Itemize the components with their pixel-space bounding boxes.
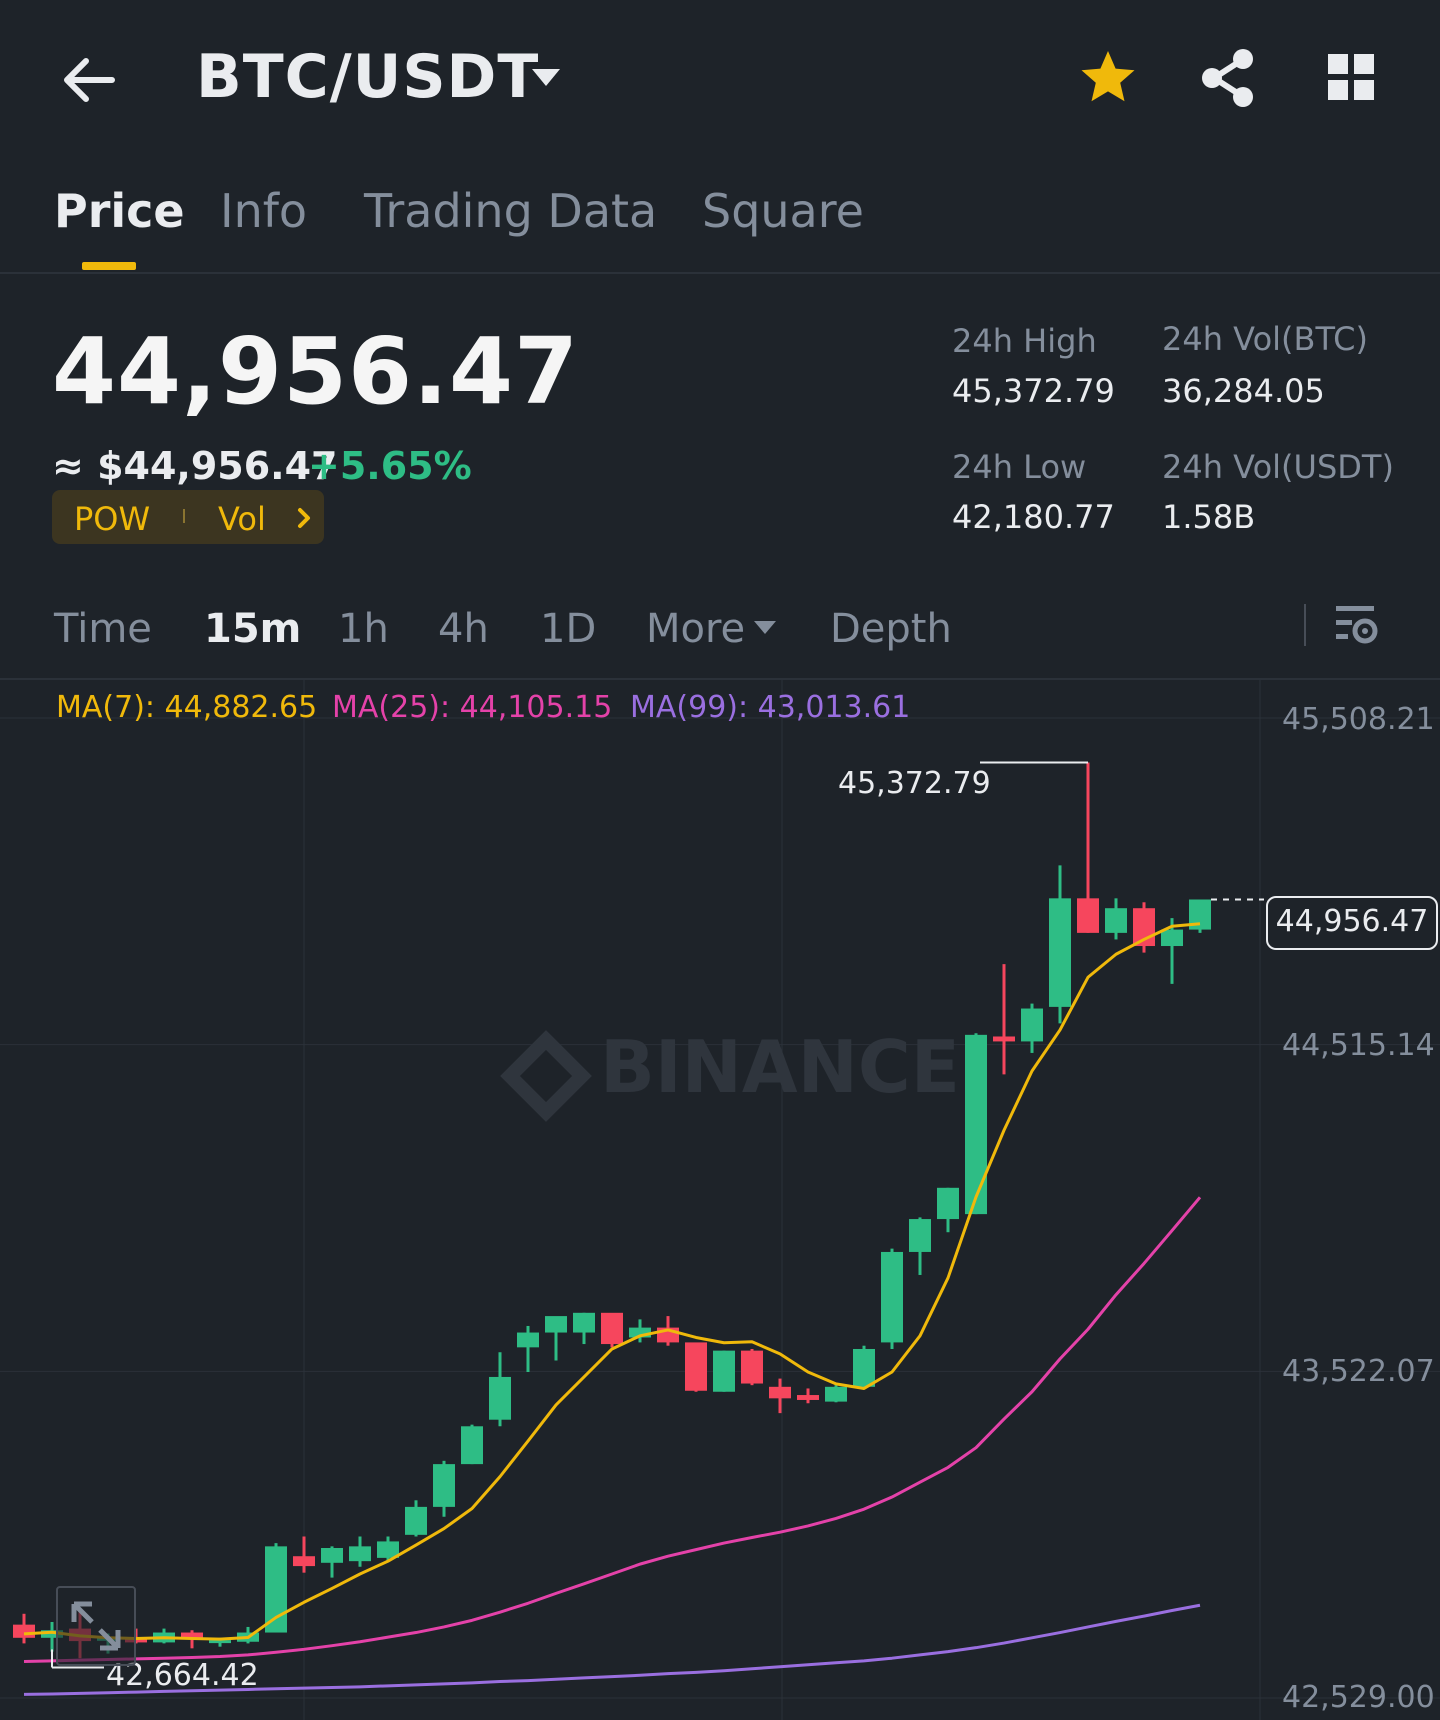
candle-body (265, 1546, 287, 1633)
price-axis-label: 42,529.00 (1282, 1680, 1435, 1715)
chevron-right-icon[interactable] (294, 506, 314, 530)
candle-body (1161, 929, 1183, 947)
tag-pow[interactable]: POW (74, 500, 150, 538)
candle-body (825, 1386, 847, 1402)
candle-body (965, 1034, 987, 1215)
candle-body (797, 1395, 819, 1400)
stat-24h-high-value: 45,372.79 (952, 372, 1115, 410)
stat-24h-low-value: 42,180.77 (952, 498, 1115, 536)
candle-body (993, 1036, 1015, 1042)
candle-body (461, 1426, 483, 1465)
ma7-legend: MA(7): 44,882.65 (56, 690, 318, 725)
timeframe-1d[interactable]: 1D (540, 606, 596, 652)
watermark-logo-icon (500, 1030, 592, 1122)
tab-trading-data[interactable]: Trading Data (364, 184, 657, 238)
candle-body (881, 1251, 903, 1343)
tag-vol[interactable]: Vol (218, 500, 266, 538)
stat-24h-high-label: 24h High (952, 322, 1097, 360)
stat-24h-vol-usdt-label: 24h Vol(USDT) (1162, 448, 1394, 486)
chart-settings-icon[interactable] (1334, 602, 1378, 648)
stat-24h-vol-usdt-value: 1.58B (1162, 498, 1256, 536)
favorite-star-icon[interactable] (1078, 48, 1138, 108)
candle-body (1049, 898, 1071, 1007)
candle-body (909, 1219, 931, 1252)
candle-body (713, 1350, 735, 1392)
timeframe-time[interactable]: Time (54, 606, 152, 652)
watermark-text: BINANCE (600, 1025, 960, 1109)
candle-body (545, 1316, 567, 1333)
timeframe-separator (1304, 604, 1306, 646)
timeframe-1h[interactable]: 1h (338, 606, 389, 652)
timeframe-4h[interactable]: 4h (438, 606, 489, 652)
ma99-legend: MA(99): 43,013.61 (630, 690, 911, 725)
back-arrow-icon[interactable] (58, 52, 118, 108)
candle-body (1021, 1008, 1043, 1042)
candle-body (405, 1506, 427, 1535)
candle-body (293, 1556, 315, 1567)
candle-body (13, 1624, 35, 1638)
tab-square[interactable]: Square (702, 184, 864, 238)
price-change-percent: +5.65% (308, 444, 472, 488)
tab-divider (0, 272, 1440, 274)
candle-body (741, 1350, 763, 1384)
last-price: 44,956.47 (52, 318, 579, 425)
candle-body (433, 1464, 455, 1507)
share-icon[interactable] (1200, 48, 1256, 108)
price-axis-label: 45,508.21 (1282, 702, 1435, 737)
last-price-marker-label: 44,956.47 (1275, 904, 1429, 939)
candle-body (1077, 898, 1099, 933)
more-chevron-down-icon[interactable] (752, 618, 778, 636)
candle-body (853, 1348, 875, 1387)
candle-body (685, 1342, 707, 1391)
candle-body (1105, 908, 1127, 933)
fiat-price: ≈ $44,956.47 (52, 444, 338, 488)
candle-body (573, 1312, 595, 1333)
active-tab-indicator (82, 262, 136, 270)
candle-body (489, 1376, 511, 1420)
candle-body (517, 1332, 539, 1348)
tag-separator (183, 509, 185, 523)
ma25-line (23, 1196, 1202, 1663)
stat-24h-vol-btc-value: 36,284.05 (1162, 372, 1325, 410)
candle-body (321, 1548, 343, 1563)
candle-body (601, 1312, 623, 1345)
timeframe-15m[interactable]: 15m (204, 606, 301, 652)
price-axis-label: 43,522.07 (1282, 1354, 1435, 1389)
tab-price[interactable]: Price (54, 184, 185, 238)
fullscreen-icon[interactable] (56, 1586, 136, 1666)
chevron-down-icon[interactable] (528, 64, 564, 90)
high-marker-label: 45,372.79 (838, 766, 991, 801)
timeframe-more[interactable]: More (646, 606, 745, 652)
candle-body (937, 1187, 959, 1220)
tab-info[interactable]: Info (220, 184, 307, 238)
ma25-legend: MA(25): 44,105.15 (332, 690, 613, 725)
price-axis-label: 44,515.14 (1282, 1028, 1435, 1063)
stat-24h-low-label: 24h Low (952, 448, 1087, 486)
grid-menu-icon[interactable] (1326, 52, 1376, 102)
candlestick-chart[interactable]: BINANCE (0, 680, 1440, 1720)
stat-24h-vol-btc-label: 24h Vol(BTC) (1162, 320, 1368, 358)
pair-title[interactable]: BTC/USDT (196, 42, 539, 112)
timeframe-depth[interactable]: Depth (830, 606, 952, 652)
candle-body (769, 1386, 791, 1399)
candle-body (349, 1546, 371, 1562)
